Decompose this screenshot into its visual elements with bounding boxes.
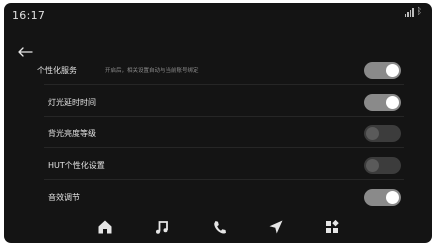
bluetooth-icon: ᛒ — [416, 7, 422, 17]
toggle-knob — [366, 159, 379, 172]
dock-phone-button[interactable] — [210, 217, 230, 237]
divider — [44, 84, 404, 85]
setting-row-backlight-level: 背光亮度等级 — [4, 120, 432, 148]
screen: 16:17 ᛒ 个性化服务 开启后，相关设置自动与当前账号绑定 灯光延时时间 背… — [4, 3, 432, 243]
toggle-sound-effect[interactable] — [364, 189, 401, 206]
setting-label: 个性化服务 — [37, 66, 77, 75]
setting-label: 背光亮度等级 — [48, 129, 96, 138]
signal-icon — [404, 8, 414, 17]
status-time: 16:17 — [12, 9, 46, 22]
status-icons: ᛒ — [404, 7, 422, 17]
phone-icon — [214, 221, 226, 234]
setting-label: 音效调节 — [48, 193, 80, 202]
music-icon — [156, 221, 168, 234]
toggle-personalized-service[interactable] — [364, 62, 401, 79]
home-icon — [98, 220, 112, 234]
toggle-knob — [386, 64, 399, 77]
toggle-knob — [366, 127, 379, 140]
toggle-knob — [386, 96, 399, 109]
dock-home-button[interactable] — [95, 217, 115, 237]
setting-hint: 开启后，相关设置自动与当前账号绑定 — [105, 68, 199, 74]
setting-row-personalized-service: 个性化服务 开启后，相关设置自动与当前账号绑定 — [4, 57, 432, 85]
dock-navigation-button[interactable] — [266, 217, 286, 237]
toggle-backlight-level[interactable] — [364, 125, 401, 142]
setting-row-light-delay: 灯光延时时间 — [4, 89, 432, 117]
navigation-icon — [269, 220, 283, 234]
setting-label: HUT个性化设置 — [48, 161, 105, 170]
toggle-light-delay[interactable] — [364, 94, 401, 111]
divider — [44, 147, 404, 148]
toggle-knob — [386, 191, 399, 204]
divider — [44, 116, 404, 117]
dock-apps-button[interactable] — [322, 217, 342, 237]
apps-icon — [326, 219, 339, 233]
setting-row-hut-personalization: HUT个性化设置 — [4, 152, 432, 180]
setting-row-sound-effect: 音效调节 — [4, 184, 432, 212]
dock-music-button[interactable] — [152, 217, 172, 237]
back-arrow-icon — [18, 47, 33, 57]
bottom-dock — [4, 211, 432, 243]
toggle-hut-personalization[interactable] — [364, 157, 401, 174]
setting-label: 灯光延时时间 — [48, 98, 96, 107]
divider — [44, 179, 404, 180]
